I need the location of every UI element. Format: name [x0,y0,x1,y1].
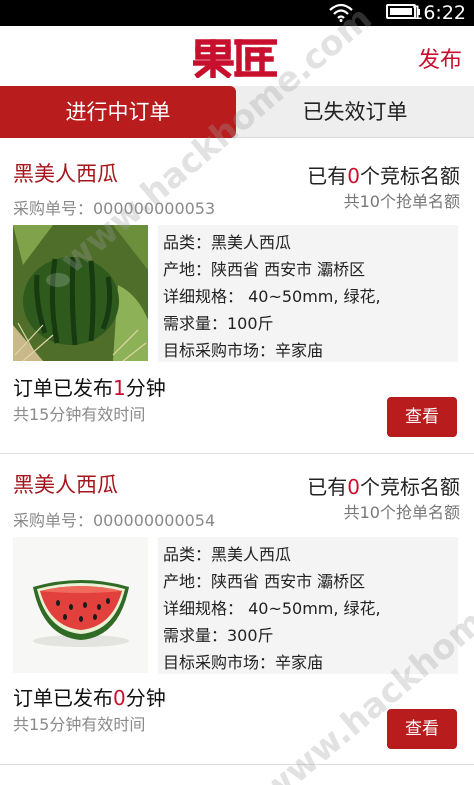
product-title: 黑美人西瓜 [13,162,118,186]
detail-spec: 详细规格： 40~50mm, 绿花, [163,599,381,618]
detail-market: 目标采购市场：辛家庙 [163,341,324,360]
order-details: 品类：黑美人西瓜 产地：陕西省 西安市 灞桥区 详细规格： 40~50mm, 绿… [158,225,458,362]
status-time: 16:22 [411,2,466,24]
app-logo: 果匠 [193,39,277,78]
product-image [13,225,148,361]
order-card: 黑美人西瓜 已有0个竞标名额 共10个抢单名额 采购单号：00000000005… [0,138,474,454]
tab-active-orders[interactable]: 进行中订单 [0,86,236,138]
order-tabs: 进行中订单 已失效订单 [0,86,474,138]
view-button[interactable]: 查看 [387,709,457,749]
detail-category: 品类：黑美人西瓜 [163,233,292,252]
order-number: 采购单号：000000000053 [13,199,216,218]
status-bar: 16:22 [0,0,474,26]
product-image [13,537,148,673]
bid-count: 已有0个竞标名额 [307,164,460,188]
bid-count: 已有0个竞标名额 [307,475,460,499]
detail-category: 品类：黑美人西瓜 [163,545,292,564]
order-card: 黑美人西瓜 已有0个竞标名额 共10个抢单名额 采购单号：00000000005… [0,454,474,765]
published-time: 订单已发布1分钟 [13,376,166,400]
detail-quantity: 需求量：100斤 [163,314,274,333]
order-number: 采购单号：000000000054 [13,511,216,530]
detail-quantity: 需求量：300斤 [163,626,274,645]
detail-spec: 详细规格： 40~50mm, 绿花, [163,287,381,306]
total-bid-slots: 共10个抢单名额 [343,192,460,211]
valid-duration: 共15分钟有效时间 [13,715,146,734]
view-button[interactable]: 查看 [387,397,457,437]
valid-duration: 共15分钟有效时间 [13,405,146,424]
card-divider [0,764,474,765]
wifi-icon [329,3,353,22]
detail-market: 目标采购市场：辛家庙 [163,653,324,672]
total-bid-slots: 共10个抢单名额 [343,503,460,522]
tab-expired-orders[interactable]: 已失效订单 [236,86,474,138]
detail-origin: 产地：陕西省 西安市 灞桥区 [163,260,366,279]
detail-origin: 产地：陕西省 西安市 灞桥区 [163,572,366,591]
app-header: 果匠 发布 [0,26,474,86]
published-time: 订单已发布0分钟 [13,686,166,710]
publish-button[interactable]: 发布 [418,42,462,74]
product-title: 黑美人西瓜 [13,473,118,497]
order-details: 品类：黑美人西瓜 产地：陕西省 西安市 灞桥区 详细规格： 40~50mm, 绿… [158,537,458,674]
